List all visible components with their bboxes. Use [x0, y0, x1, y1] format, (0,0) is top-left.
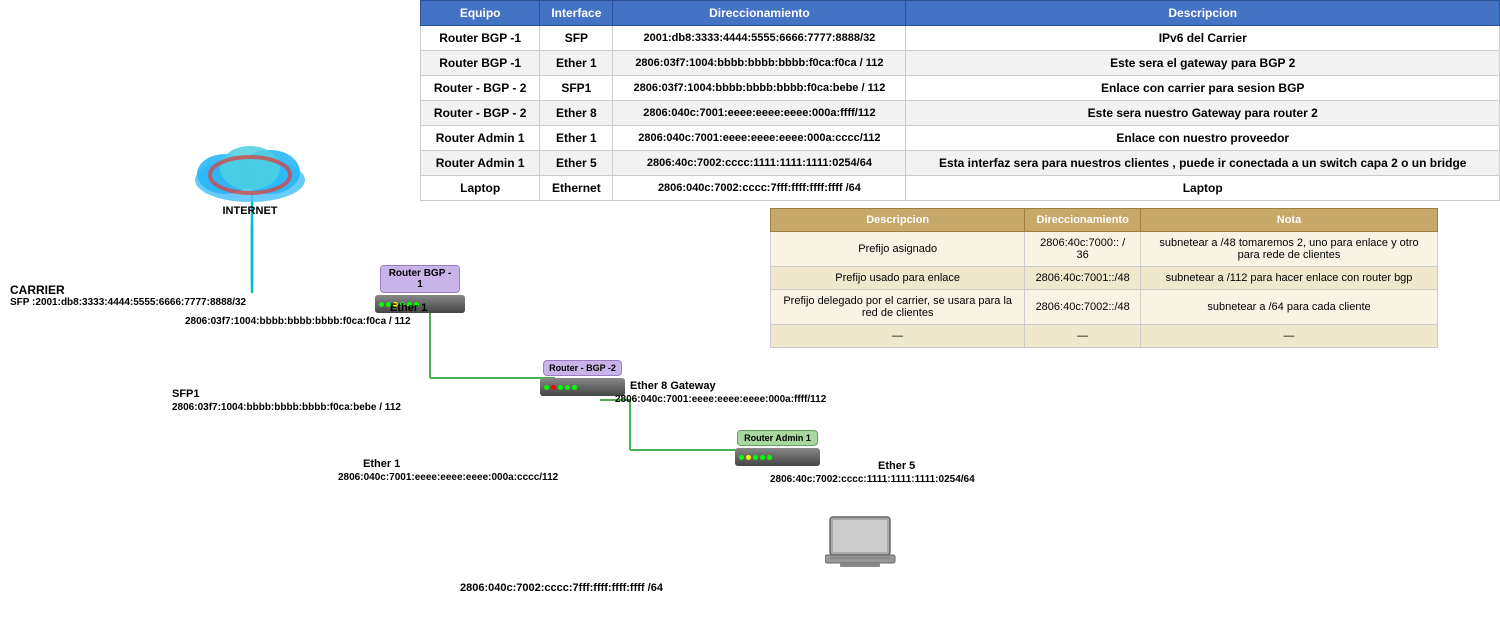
table-cell: subnetear a /48 tomaremos 2, uno para en…: [1140, 232, 1437, 267]
ether1-label: Ether 1: [390, 302, 427, 314]
router-bgp1-label: Router BGP -1: [380, 265, 461, 293]
router-bgp2: Router - BGP -2: [540, 360, 625, 396]
router-bgp2-icon: [540, 378, 625, 396]
second-table: Descripcion Direccionamiento Nota Prefij…: [770, 208, 1438, 348]
table-cell: subnetear a /64 para cada cliente: [1140, 290, 1437, 325]
table-cell: —: [1025, 325, 1141, 348]
table-cell: 2806:40c:7002::/48: [1025, 290, 1141, 325]
router-admin1-icon: [735, 448, 820, 466]
router-admin1: Router Admin 1: [735, 430, 820, 466]
table-cell: Prefijo delegado por el carrier, se usar…: [771, 290, 1025, 325]
table-cell: Enlace con nuestro proveedor: [906, 126, 1500, 151]
table-cell: Esta interfaz sera para nuestros cliente…: [906, 151, 1500, 176]
sfp1-addr: 2806:03f7:1004:bbbb:bbbb:bbbb:f0ca:bebe …: [172, 402, 401, 413]
carrier-addr: SFP :2001:db8:3333:4444:5555:6666:7777:8…: [10, 297, 246, 308]
table-cell: —: [1140, 325, 1437, 348]
table-cell: subnetear a /112 para hacer enlace con r…: [1140, 267, 1437, 290]
col-descripcion: Descripcion: [906, 1, 1500, 26]
router-admin1-label: Router Admin 1: [737, 430, 818, 446]
table-cell: Este sera nuestro Gateway para router 2: [906, 101, 1500, 126]
carrier-label: CARRIER: [10, 283, 65, 297]
table-cell: Prefijo asignado: [771, 232, 1025, 267]
ether1b-label: Ether 1: [363, 458, 400, 470]
network-diagram: INTERNET CARRIER SFP :2001:db8:3333:4444…: [0, 0, 770, 622]
laptop-addr: 2806:040c:7002:cccc:7fff:ffff:ffff:ffff …: [460, 582, 663, 594]
table-cell: IPv6 del Carrier: [906, 26, 1500, 51]
ether5-addr: 2806:40c:7002:cccc:1111:1111:1111:0254/6…: [770, 474, 975, 485]
table-cell: Prefijo usado para enlace: [771, 267, 1025, 290]
second-table-container: Descripcion Direccionamiento Nota Prefij…: [770, 208, 1438, 348]
ether1b-addr: 2806:040c:7001:eeee:eeee:eeee:000a:cccc/…: [338, 472, 558, 483]
ether8-label: Ether 8 Gateway: [630, 380, 716, 392]
internet-node: INTERNET: [185, 130, 315, 217]
col2-nota: Nota: [1140, 209, 1437, 232]
table-cell: Enlace con carrier para sesion BGP: [906, 76, 1500, 101]
cloud-icon: [185, 130, 315, 210]
col2-descripcion: Descripcion: [771, 209, 1025, 232]
col2-direccionamiento: Direccionamiento: [1025, 209, 1141, 232]
ether5-label: Ether 5: [878, 460, 915, 472]
table-cell: 2806:40c:7001::/48: [1025, 267, 1141, 290]
table-cell: —: [771, 325, 1025, 348]
ether1-addr: 2806:03f7:1004:bbbb:bbbb:bbbb:f0ca:f0ca …: [185, 316, 411, 327]
sfp1-label: SFP1: [172, 388, 200, 400]
table-cell: Laptop: [906, 176, 1500, 201]
router-bgp2-label: Router - BGP -2: [543, 360, 622, 376]
table-cell: Este sera el gateway para BGP 2: [906, 51, 1500, 76]
table-cell: 2806:40c:7000:: / 36: [1025, 232, 1141, 267]
ether8-addr: 2806:040c:7001:eeee:eeee:eeee:000a:ffff/…: [615, 394, 826, 405]
laptop-icon: [825, 515, 905, 585]
